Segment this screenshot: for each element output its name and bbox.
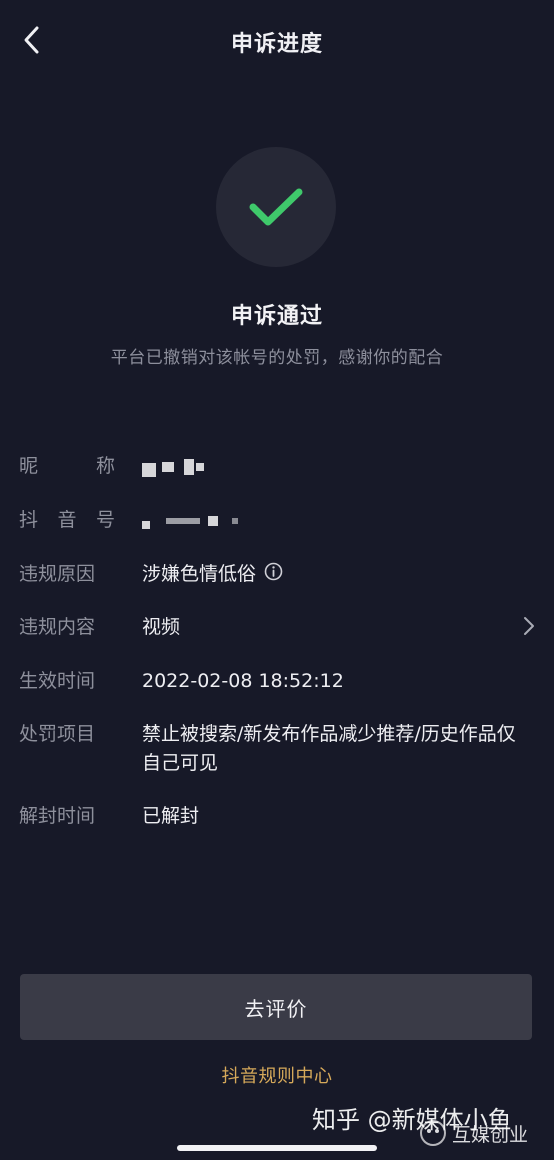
pixelated-block bbox=[162, 461, 174, 472]
pixelated-block bbox=[196, 462, 204, 471]
nickname-value-obscured bbox=[142, 452, 526, 480]
effective-time-value: 2022-02-08 18:52:12 bbox=[142, 670, 344, 692]
pixelated-block bbox=[232, 517, 238, 524]
pixelated-block bbox=[142, 462, 156, 477]
home-indicator[interactable] bbox=[177, 1145, 377, 1151]
pixelated-block bbox=[184, 458, 194, 475]
pixelated-block bbox=[142, 520, 150, 529]
unban-time-label: 解封时间 bbox=[19, 805, 96, 827]
watermark-logo-icon bbox=[420, 1120, 446, 1146]
effective-time-label: 生效时间 bbox=[19, 670, 96, 692]
status-title: 申诉通过 bbox=[230, 304, 323, 329]
douyin-id-label-char-3: 号 bbox=[95, 509, 115, 531]
pixelated-block bbox=[166, 517, 200, 524]
nickname-label-char-2: 称 bbox=[95, 455, 115, 477]
status-circle bbox=[216, 147, 336, 267]
chevron-right-icon[interactable] bbox=[522, 615, 536, 645]
rate-button[interactable]: 去评价 bbox=[20, 974, 532, 1040]
violation-content-value: 视频 bbox=[142, 616, 181, 638]
douyin-id-label-char-2: 音 bbox=[57, 509, 77, 531]
violation-reason-label: 违规原因 bbox=[19, 563, 96, 585]
violation-content-label: 违规内容 bbox=[19, 616, 96, 638]
watermark-logo-text: 互媒创业 bbox=[452, 1123, 529, 1146]
rules-center-link[interactable]: 抖音规则中心 bbox=[0, 1062, 554, 1088]
info-circle-icon[interactable] bbox=[264, 561, 283, 589]
nickname-label: 昵称 bbox=[19, 452, 115, 480]
page-title: 申诉进度 bbox=[230, 32, 323, 57]
douyin-id-label: 抖音号 bbox=[19, 506, 115, 534]
violation-reason-value: 涉嫌色情低俗 bbox=[142, 563, 257, 585]
penalty-items-label: 处罚项目 bbox=[19, 723, 96, 745]
douyin-id-value-obscured bbox=[142, 506, 526, 534]
check-icon bbox=[249, 188, 303, 226]
unban-time-value: 已解封 bbox=[142, 805, 200, 827]
status-description: 平台已撤销对该帐号的处罚，感谢你的配合 bbox=[110, 348, 444, 368]
nav-bar: 申诉进度 bbox=[0, 0, 554, 82]
pixelated-block bbox=[208, 515, 218, 526]
penalty-items-value: 禁止被搜索/新发布作品减少推荐/历史作品仅自己可见 bbox=[142, 723, 516, 774]
violation-reason-value-wrap: 涉嫌色情低俗 bbox=[142, 560, 526, 589]
nickname-label-char-1: 昵 bbox=[19, 455, 39, 477]
douyin-id-label-char-1: 抖 bbox=[19, 509, 39, 531]
watermark-logo: 互媒创业 bbox=[418, 1116, 536, 1150]
